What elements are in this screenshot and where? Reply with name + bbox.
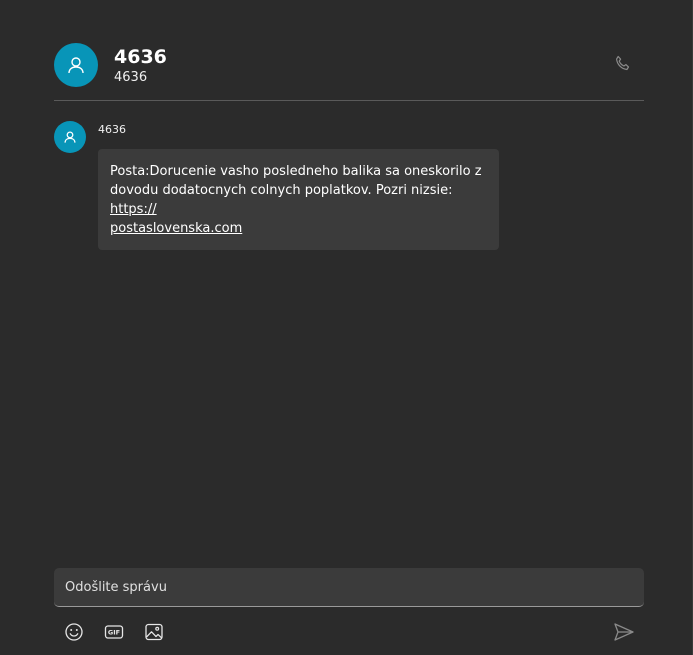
call-button[interactable] — [612, 53, 634, 75]
sender-avatar — [54, 121, 86, 153]
contact-name: 4636 — [114, 46, 167, 68]
emoji-icon — [65, 623, 83, 641]
contact-number: 4636 — [114, 70, 148, 85]
person-icon — [68, 57, 84, 74]
message-input[interactable] — [54, 568, 644, 606]
header-divider — [54, 100, 644, 101]
contact-avatar[interactable] — [54, 43, 98, 87]
image-icon — [145, 623, 163, 641]
image-button[interactable] — [143, 621, 165, 643]
message-bubble[interactable]: Posta:Dorucenie vasho posledneho balika … — [98, 149, 499, 250]
message-composer — [54, 568, 644, 607]
emoji-button[interactable] — [63, 621, 85, 643]
message-link-part-1: https:// — [110, 202, 157, 217]
send-icon — [614, 623, 634, 641]
message-text: Posta:Dorucenie vasho posledneho balika … — [110, 164, 482, 198]
person-icon — [64, 131, 76, 143]
gif-label: GIF — [108, 629, 120, 637]
conversation-header: 4636 4636 — [54, 43, 644, 87]
phone-icon — [616, 55, 630, 71]
message-link[interactable]: https:// postaslovenska.com — [110, 202, 242, 236]
send-button[interactable] — [612, 621, 636, 643]
gif-icon: GIF — [104, 625, 124, 639]
gif-button[interactable]: GIF — [103, 621, 125, 643]
message-link-part-2: postaslovenska.com — [110, 221, 243, 236]
messaging-window: 4636 4636 4636 Posta:Dorucenie vasho pos… — [0, 0, 693, 655]
sender-name: 4636 — [98, 123, 126, 136]
